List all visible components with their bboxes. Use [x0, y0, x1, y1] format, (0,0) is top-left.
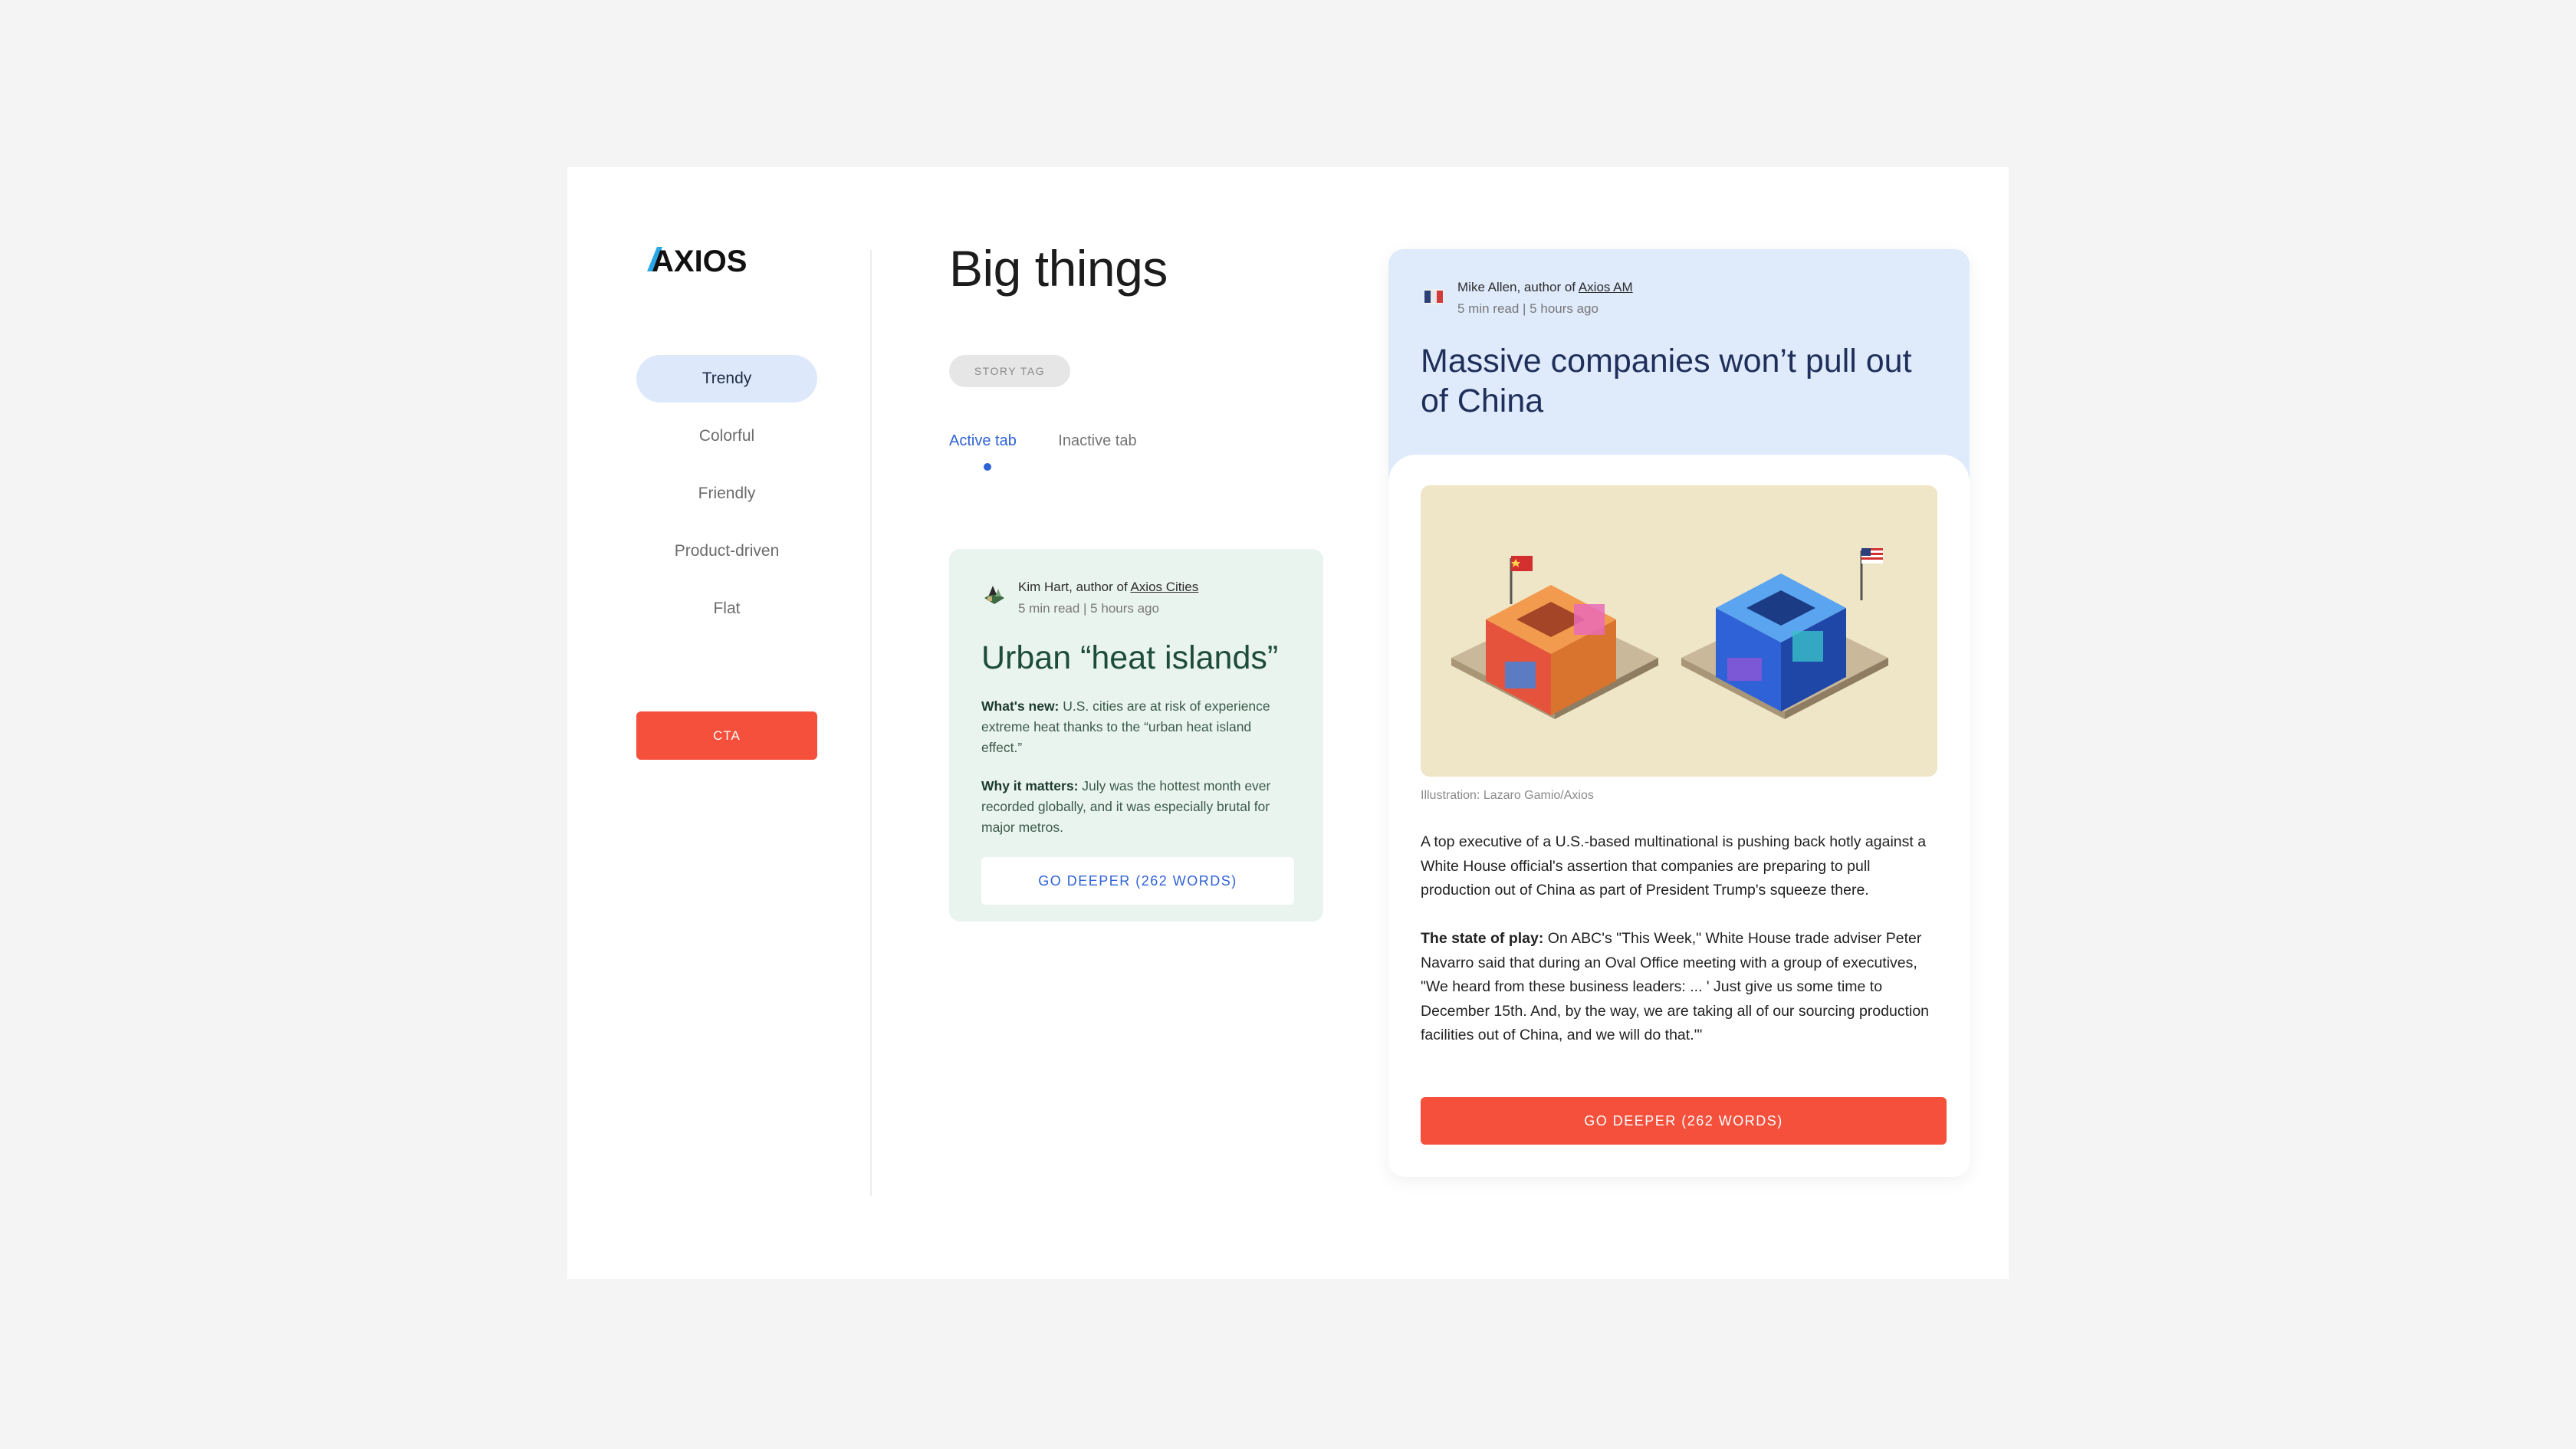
story-title[interactable]: Massive companies won’t pull out of Chin… — [1421, 341, 1942, 421]
story-body-paragraph-1: A top executive of a U.S.-based multinat… — [1421, 833, 1927, 899]
tab-active[interactable]: Active tab — [949, 432, 1017, 471]
cta-button[interactable]: CTA — [636, 711, 817, 760]
axios-logo[interactable]: AXIOS — [647, 244, 754, 274]
whats-new-label: What's new: — [981, 698, 1060, 714]
whats-new-paragraph: What's new: U.S. cities are at risk of e… — [981, 696, 1296, 758]
read-meta: 5 min read | 5 hours ago — [1457, 301, 1598, 316]
author-avatar-icon — [984, 586, 1004, 604]
illustration-caption: Illustration: Lazaro Gamio/Axios — [1421, 789, 1594, 802]
story-card-heat-islands: Kim Hart, author of Axios Cities 5 min r… — [949, 549, 1323, 922]
go-deeper-button[interactable]: GO DEEPER (262 WORDS) — [981, 857, 1294, 905]
story-title[interactable]: Urban “heat islands” — [981, 639, 1278, 677]
tab-active-label: Active tab — [949, 432, 1017, 449]
author-avatar-icon — [1424, 289, 1444, 304]
active-tab-indicator — [984, 463, 991, 471]
sidebar-item-colorful[interactable]: Colorful — [636, 412, 817, 460]
story-body: Illustration: Lazaro Gamio/Axios A top e… — [1388, 455, 1970, 1177]
logo-mark: AXIOS — [647, 245, 747, 274]
svg-text:AXIOS: AXIOS — [652, 245, 747, 274]
author-name: Mike Allen, author of — [1457, 280, 1579, 294]
sidebar-item-flat[interactable]: Flat — [636, 585, 817, 632]
tab-inactive[interactable]: Inactive tab — [1058, 432, 1136, 450]
sidebar-item-trendy[interactable]: Trendy — [636, 355, 817, 402]
page-title: Big things — [949, 240, 1168, 297]
author-newsletter-link[interactable]: Axios AM — [1579, 280, 1633, 294]
sidebar-nav: Trendy Colorful Friendly Product-driven … — [636, 355, 817, 642]
sidebar-item-friendly[interactable]: Friendly — [636, 470, 817, 518]
go-deeper-button[interactable]: GO DEEPER (262 WORDS) — [1421, 1097, 1947, 1145]
state-of-play-label: The state of play: — [1421, 930, 1544, 947]
story-illustration — [1421, 485, 1937, 777]
story-tag[interactable]: STORY TAG — [949, 355, 1070, 387]
author-byline: Kim Hart, author of Axios Cities 5 min r… — [981, 577, 1198, 619]
why-it-matters-paragraph: Why it matters: July was the hottest mon… — [981, 776, 1296, 838]
author-name: Kim Hart, author of — [1018, 580, 1131, 594]
shipping-container-illustration — [1421, 485, 1937, 777]
tab-bar: Active tab Inactive tab — [949, 432, 1175, 471]
column-divider — [870, 250, 872, 1196]
story-body-paragraph-2: The state of play: On ABC's "This Week,"… — [1421, 927, 1942, 1048]
author-byline: Mike Allen, author of Axios AM 5 min rea… — [1421, 277, 1633, 320]
page-frame: AXIOS Trendy Colorful Friendly Product-d… — [567, 167, 2009, 1279]
sidebar-item-product-driven[interactable]: Product-driven — [636, 527, 817, 575]
read-meta: 5 min read | 5 hours ago — [1018, 601, 1159, 616]
author-newsletter-link[interactable]: Axios Cities — [1130, 580, 1198, 594]
why-it-matters-label: Why it matters: — [981, 778, 1079, 794]
story-card-china: Mike Allen, author of Axios AM 5 min rea… — [1388, 249, 1970, 1177]
state-of-play-text: On ABC's "This Week," White House trade … — [1421, 930, 1930, 1043]
